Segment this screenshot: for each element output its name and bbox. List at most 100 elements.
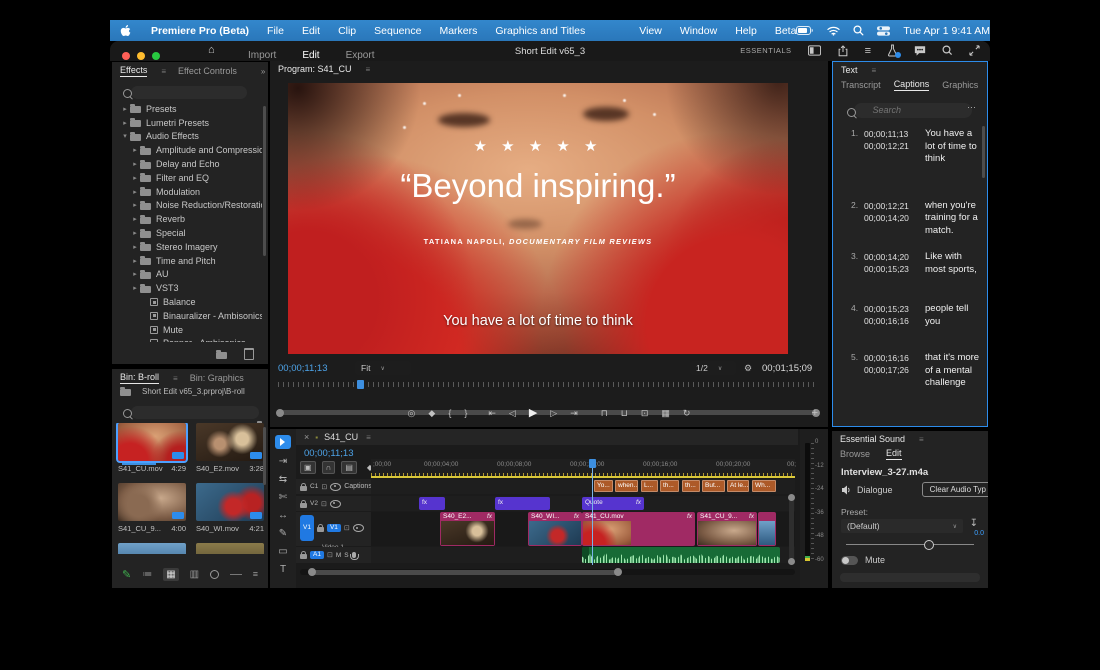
- sequence-tab[interactable]: S41_CU: [324, 432, 358, 442]
- caption-in-timecode[interactable]: 00;00;15;23: [864, 303, 916, 315]
- caption-text[interactable]: Like with most sports,: [916, 251, 981, 276]
- effects-search-input[interactable]: [131, 86, 247, 99]
- captions-search-input[interactable]: [854, 103, 972, 118]
- video-clip[interactable]: S40_E2...fx: [440, 512, 495, 546]
- play-icon[interactable]: ▶: [529, 408, 537, 419]
- effects-tree-item[interactable]: Panner - Ambisonics: [116, 337, 262, 342]
- add-marker-icon[interactable]: ◆: [428, 409, 435, 418]
- disclosure-icon[interactable]: ▸: [130, 174, 140, 182]
- go-to-in-icon[interactable]: ⇤: [488, 409, 496, 418]
- settings-wrench-icon[interactable]: ⚙: [744, 363, 752, 374]
- clip-thumbnail[interactable]: [118, 543, 186, 554]
- collapsed-section-bar[interactable]: [840, 573, 980, 582]
- match-frame-icon[interactable]: ◎: [408, 409, 416, 418]
- v1-track[interactable]: S40_E2...fxS40_WI...fxS41_CU.movfxS41_CU…: [371, 512, 795, 546]
- track-c1-badge[interactable]: C1: [310, 483, 318, 490]
- caption-text[interactable]: when you're training for a match.: [916, 200, 981, 238]
- slip-tool[interactable]: ↔: [278, 510, 288, 521]
- insert-sequence-icon[interactable]: ▣: [300, 461, 316, 474]
- selection-tool[interactable]: [275, 435, 291, 449]
- panel-layout-icon[interactable]: [808, 45, 821, 56]
- disclosure-icon[interactable]: ▸: [130, 146, 140, 154]
- caption-out-timecode[interactable]: 00;00;17;26: [864, 364, 916, 376]
- effects-tree-item[interactable]: ▸ Delay and Echo: [116, 157, 262, 171]
- toggle-track-output-icon[interactable]: [330, 483, 341, 491]
- snap-icon[interactable]: ∩: [322, 461, 336, 474]
- spotlight-icon[interactable]: [853, 25, 864, 36]
- timeline-hscroll-thumb[interactable]: [310, 570, 620, 575]
- tab-edit[interactable]: Edit: [886, 448, 902, 460]
- program-monitor-title[interactable]: Program: S41_CU: [278, 64, 352, 75]
- bin-search-input[interactable]: [131, 406, 259, 419]
- lock-icon[interactable]: [300, 486, 307, 491]
- graphic-clip[interactable]: fx: [419, 497, 445, 510]
- caption-clip[interactable]: th...: [682, 480, 700, 492]
- panel-menu-icon[interactable]: ≡: [366, 433, 371, 442]
- menu-clip[interactable]: Clip: [338, 25, 356, 37]
- tab-effect-controls[interactable]: Effect Controls: [178, 66, 237, 76]
- effects-tree-item[interactable]: ▸ Amplitude and Compression: [116, 143, 262, 157]
- list-view-icon[interactable]: ≔: [142, 569, 152, 580]
- mute-toggle[interactable]: [841, 556, 858, 565]
- menu-edit[interactable]: Edit: [302, 25, 320, 37]
- caption-row[interactable]: 3. 00;00;14;2000;00;15;23 Like with most…: [851, 251, 981, 276]
- workspaces-icon[interactable]: ≡: [865, 45, 871, 57]
- new-bin-icon[interactable]: [216, 352, 227, 359]
- thumbnail-view-icon[interactable]: ▦: [163, 568, 178, 581]
- linked-selection-icon[interactable]: ▤: [341, 461, 357, 474]
- tab-bin-broll[interactable]: Bin: B-roll: [120, 372, 159, 384]
- menu-beta[interactable]: Beta: [775, 25, 797, 37]
- effects-tree-item[interactable]: ▸ Modulation: [116, 185, 262, 199]
- bin-clip[interactable]: S41_CU_9...4:00: [118, 483, 186, 533]
- gain-value[interactable]: 0.0: [974, 530, 984, 537]
- effects-tree-item[interactable]: Balance: [116, 295, 262, 309]
- v2-track[interactable]: fxfxQuotefx: [371, 496, 795, 511]
- lock-icon[interactable]: [317, 527, 324, 532]
- essential-sound-title[interactable]: Essential Sound: [840, 434, 905, 445]
- caption-clip[interactable]: But...: [702, 480, 725, 492]
- video-clip[interactable]: S41_CU_9...fx: [697, 512, 757, 546]
- panel-menu-icon[interactable]: ≡: [872, 66, 877, 75]
- multicam-icon[interactable]: ↻: [683, 409, 691, 418]
- bin-menu-icon[interactable]: ≡: [253, 569, 258, 579]
- video-clip[interactable]: [758, 512, 776, 546]
- volume-slider-track[interactable]: [846, 544, 974, 545]
- track-a1-badge[interactable]: A1: [310, 551, 324, 560]
- bin-clip[interactable]: S40_E2.mov3:28: [196, 423, 264, 473]
- caption-clip[interactable]: Wh...: [752, 480, 776, 492]
- caption-clip[interactable]: L...: [641, 480, 658, 492]
- tab-effects[interactable]: Effects: [120, 65, 147, 77]
- effects-tree-item[interactable]: ▸ Stereo Imagery: [116, 240, 262, 254]
- caption-in-timecode[interactable]: 00;00;16;16: [864, 352, 916, 364]
- effects-tree-item[interactable]: Binauralizer - Ambisonics: [116, 309, 262, 323]
- disclosure-icon[interactable]: ▸: [130, 270, 140, 278]
- tab-graphics[interactable]: Graphics: [942, 80, 978, 90]
- graphic-clip[interactable]: fx: [495, 497, 550, 510]
- caption-row[interactable]: 1. 00;00;11;1300;00;12;21 You have a lot…: [851, 128, 981, 166]
- bin-clip[interactable]: S40_WI.mov4:21: [196, 483, 264, 533]
- menu-graphics-titles[interactable]: Graphics and Titles: [495, 25, 585, 37]
- insert-indicator-icon[interactable]: ⊡: [327, 551, 333, 559]
- audio-clip[interactable]: [582, 547, 780, 563]
- close-sequence-icon[interactable]: ×: [304, 432, 309, 442]
- effects-tree-item[interactable]: Mute: [116, 323, 262, 337]
- caption-text[interactable]: people tell you: [916, 303, 981, 328]
- lift-icon[interactable]: ⊓: [601, 409, 608, 418]
- caption-out-timecode[interactable]: 00;00;14;20: [864, 212, 916, 224]
- tab-transcript[interactable]: Transcript: [841, 80, 881, 90]
- menu-markers[interactable]: Markers: [439, 25, 477, 37]
- disclosure-icon[interactable]: ▾: [120, 132, 130, 140]
- pen-tool[interactable]: ✎: [279, 528, 287, 539]
- voiceover-record-icon[interactable]: [352, 552, 356, 558]
- audio-type-label[interactable]: Dialogue: [857, 485, 893, 495]
- disclosure-icon[interactable]: ▸: [120, 119, 130, 127]
- solo-track-button[interactable]: S: [344, 552, 348, 559]
- workspace-label[interactable]: ESSENTIALS: [740, 46, 791, 55]
- effects-tree-item[interactable]: ▸ Reverb: [116, 212, 262, 226]
- menu-sequence[interactable]: Sequence: [374, 25, 421, 37]
- caption-out-timecode[interactable]: 00;00;12;21: [864, 140, 916, 152]
- disclosure-icon[interactable]: ▸: [130, 257, 140, 265]
- more-panels-icon[interactable]: »: [261, 67, 265, 76]
- fullscreen-icon[interactable]: [969, 45, 980, 56]
- comparison-view-icon[interactable]: ▦: [661, 409, 670, 418]
